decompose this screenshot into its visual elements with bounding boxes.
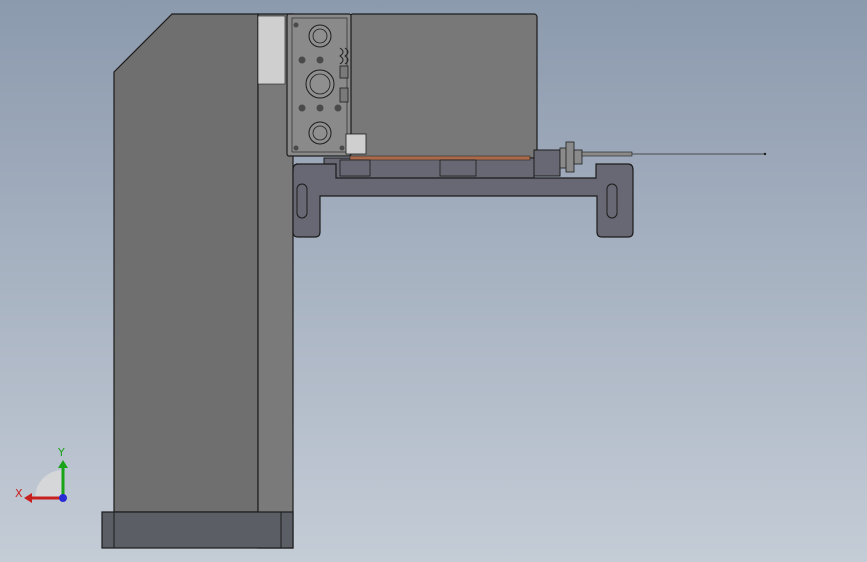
plate-spacer-block [345,133,367,155]
column-front-face[interactable] [113,13,259,513]
x-axis-label: X [15,487,23,500]
probe-tip-icon [763,152,767,156]
bolt-hole-icon [308,24,332,48]
copper-strip [349,155,531,161]
screw-icon [339,145,345,151]
screw-icon [293,22,299,28]
screw-icon [298,56,306,64]
latch-icon [339,65,349,79]
screw-icon [316,56,324,64]
y-axis-label: Y [57,446,65,459]
column-light-strip [257,15,286,85]
screw-icon [334,104,342,112]
column-base-block[interactable] [101,511,294,549]
screw-icon [293,145,299,151]
screw-icon [316,104,324,112]
cad-viewport[interactable]: X Y [0,0,867,562]
head-housing[interactable] [349,13,538,159]
latch-icon [339,87,349,103]
bolt-hole-icon [308,121,332,145]
screw-icon [298,104,306,112]
side-mount-plate[interactable] [286,13,352,157]
